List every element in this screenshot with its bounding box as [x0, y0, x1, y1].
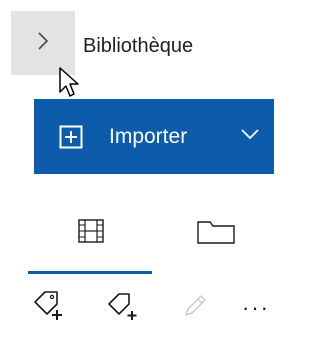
tab-videos[interactable] — [30, 205, 152, 275]
film-strip-icon — [77, 217, 105, 250]
page-title: Bibliothèque — [83, 35, 194, 57]
add-box-icon — [59, 125, 83, 154]
edit-button[interactable] — [173, 283, 217, 333]
import-label: Importer — [109, 125, 188, 148]
tag-add-outline-icon — [105, 288, 141, 329]
tab-folders[interactable] — [155, 205, 277, 275]
chevron-right-icon — [36, 31, 50, 56]
import-button[interactable]: Importer — [34, 99, 274, 174]
add-tag-outline-button[interactable] — [101, 283, 145, 333]
tag-add-icon — [31, 288, 67, 329]
more-options-button[interactable]: ··· — [234, 283, 278, 333]
pencil-icon — [180, 291, 210, 326]
more-icon: ··· — [242, 295, 270, 320]
add-tag-button[interactable] — [27, 283, 71, 333]
folder-icon — [196, 219, 236, 250]
tab-selected-indicator — [28, 271, 152, 274]
chevron-down-icon[interactable] — [240, 127, 260, 146]
